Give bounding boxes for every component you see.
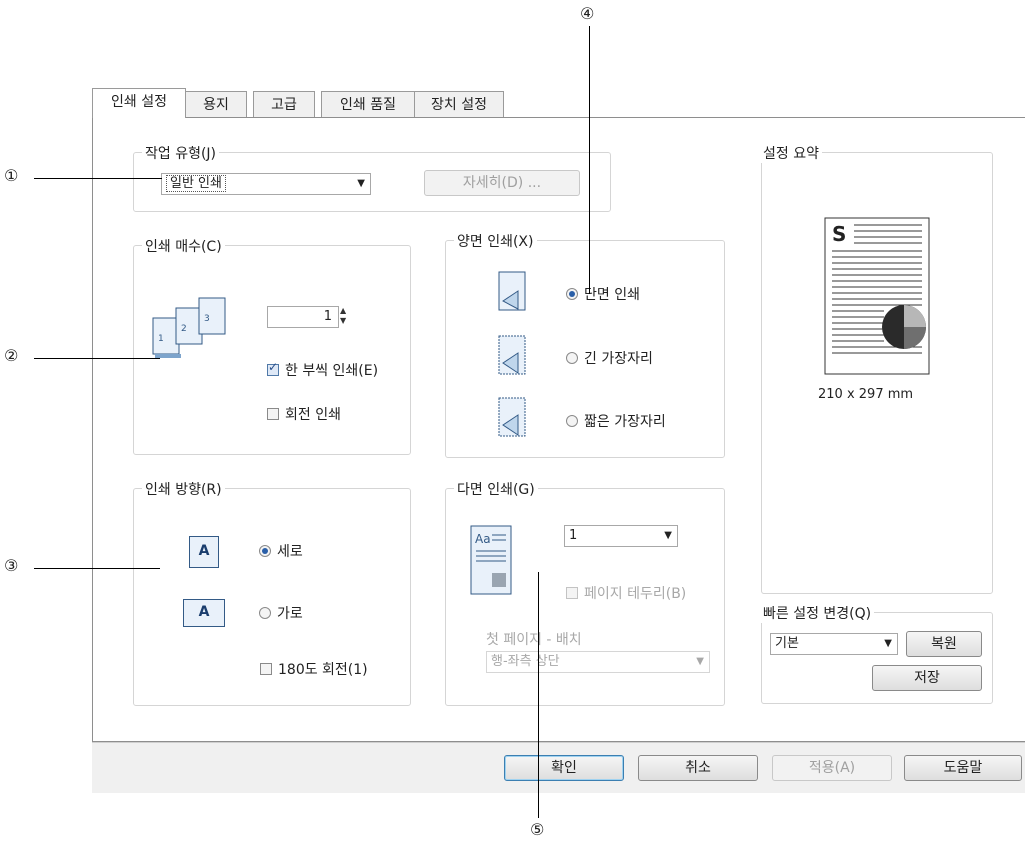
collated-pages-icon: 1 2 3 (152, 297, 226, 358)
rotate-180-checkbox[interactable] (260, 663, 272, 675)
ok-button[interactable]: 확인 (504, 755, 624, 781)
copies-input[interactable]: 1 (267, 306, 339, 328)
duplex-radio-long-edge[interactable] (566, 352, 578, 364)
quick-settings-value: 기본 (775, 636, 799, 651)
rotate-180-label: 180도 회전(1) (278, 662, 368, 678)
chevron-down-icon: ▼ (884, 638, 892, 649)
chevron-down-icon: ▼ (664, 530, 672, 541)
callout-line-1 (34, 178, 162, 179)
nup-page-icon: Aa (470, 525, 512, 595)
collate-label: 한 부씩 인쇄(E) (285, 363, 379, 379)
cancel-button[interactable]: 취소 (638, 755, 758, 781)
callout-1: ① (4, 166, 19, 185)
orientation-radio-portrait[interactable] (259, 545, 271, 557)
orientation-radio-landscape[interactable] (259, 607, 271, 619)
nup-value: 1 (569, 528, 578, 543)
tab-paper[interactable]: 용지 (185, 91, 247, 117)
page-border-checkbox[interactable] (566, 587, 578, 599)
quick-settings-group: 빠른 설정 변경(Q) 기본 ▼ 복원 저장 (760, 603, 993, 704)
callout-line-2 (34, 358, 160, 359)
callout-line-5 (538, 572, 539, 818)
orientation-legend: 인쇄 방향(R) (142, 479, 225, 499)
tab-print-settings[interactable]: 인쇄 설정 (92, 88, 186, 118)
duplex-label-simplex: 단면 인쇄 (584, 287, 640, 303)
help-button[interactable]: 도움말 (904, 755, 1022, 781)
job-type-select[interactable]: 일반 인쇄 ▼ (161, 173, 371, 195)
page-border-label: 페이지 테두리(B) (584, 586, 687, 602)
duplex-radio-short-edge[interactable] (566, 415, 578, 427)
simplex-page-icon (498, 271, 526, 311)
nup-group: 다면 인쇄(G) Aa 1 ▼ 페이지 테두리(B) 첫 페이지 - 배치 행-… (445, 479, 725, 706)
duplex-group: 양면 인쇄(X) 단면 인쇄 긴 가장자리 짧은 가장자리 (445, 231, 725, 458)
nup-legend: 다면 인쇄(G) (454, 479, 538, 499)
tab-advanced[interactable]: 고급 (253, 91, 315, 117)
callout-3: ③ (4, 556, 19, 575)
callout-line-3 (34, 568, 160, 569)
duplex-radio-simplex[interactable] (566, 288, 578, 300)
chevron-down-icon: ▼ (357, 178, 365, 189)
long-edge-page-icon (498, 335, 526, 375)
chevron-down-icon: ▼ (696, 656, 704, 667)
orientation-label-portrait: 세로 (277, 544, 303, 560)
quick-settings-legend: 빠른 설정 변경(Q) (760, 603, 875, 623)
copies-legend: 인쇄 매수(C) (142, 236, 225, 256)
job-type-group: 작업 유형(J) 일반 인쇄 ▼ 자세히(D) ... (133, 143, 611, 212)
collate-checkbox[interactable] (267, 360, 279, 376)
page-number-2: 2 (181, 324, 187, 334)
copies-group: 인쇄 매수(C) 1 2 3 1 ▲▼ 한 부씩 인쇄(E) 회전 인쇄 (133, 236, 411, 455)
summary-group: 설정 요약 S 210 x 297 mm (760, 143, 993, 594)
short-edge-page-icon (498, 397, 526, 437)
callout-2: ② (4, 346, 19, 365)
callout-line-4 (589, 26, 590, 294)
first-page-label: 첫 페이지 - 배치 (486, 632, 582, 648)
save-button[interactable]: 저장 (872, 665, 982, 691)
orientation-group: 인쇄 방향(R) A 세로 A 가로 180도 회전(1) (133, 479, 411, 706)
summary-page-preview: S (824, 217, 930, 375)
rotate-print-checkbox[interactable] (267, 408, 279, 420)
page-number-1: 1 (158, 334, 164, 344)
summary-legend: 설정 요약 (760, 143, 822, 163)
page-number-3: 3 (204, 314, 210, 324)
tab-device-settings[interactable]: 장치 설정 (414, 91, 504, 117)
landscape-icon: A (183, 599, 225, 627)
duplex-label-short-edge: 짧은 가장자리 (584, 414, 666, 430)
apply-button[interactable]: 적용(A) (772, 755, 892, 781)
callout-4: ④ (580, 4, 595, 23)
duplex-legend: 양면 인쇄(X) (454, 231, 537, 251)
job-type-value: 일반 인쇄 (166, 175, 226, 192)
callout-5: ⑤ (530, 820, 545, 839)
tab-print-quality[interactable]: 인쇄 품질 (321, 91, 415, 117)
rotate-print-label: 회전 인쇄 (285, 407, 341, 423)
duplex-label-long-edge: 긴 가장자리 (584, 351, 653, 367)
nup-layout-value: 행-좌측 상단 (491, 654, 560, 669)
summary-size-text: 210 x 297 mm (818, 387, 914, 402)
job-type-legend: 작업 유형(J) (142, 143, 220, 163)
nup-layout-select[interactable]: 행-좌측 상단 ▼ (486, 651, 710, 673)
quick-settings-select[interactable]: 기본 ▼ (770, 633, 898, 655)
copies-spinner[interactable]: ▲ ▼ (340, 306, 354, 328)
orientation-label-landscape: 가로 (277, 606, 303, 622)
restore-button[interactable]: 복원 (906, 631, 982, 657)
tab-panel: 작업 유형(J) 일반 인쇄 ▼ 자세히(D) ... 인쇄 매수(C) 1 2… (92, 117, 1025, 742)
nup-icon-text: Aa (475, 532, 491, 546)
summary-letter: S (832, 222, 846, 246)
nup-select[interactable]: 1 ▼ (564, 525, 678, 547)
details-button[interactable]: 자세히(D) ... (424, 170, 580, 196)
portrait-icon: A (189, 536, 219, 568)
